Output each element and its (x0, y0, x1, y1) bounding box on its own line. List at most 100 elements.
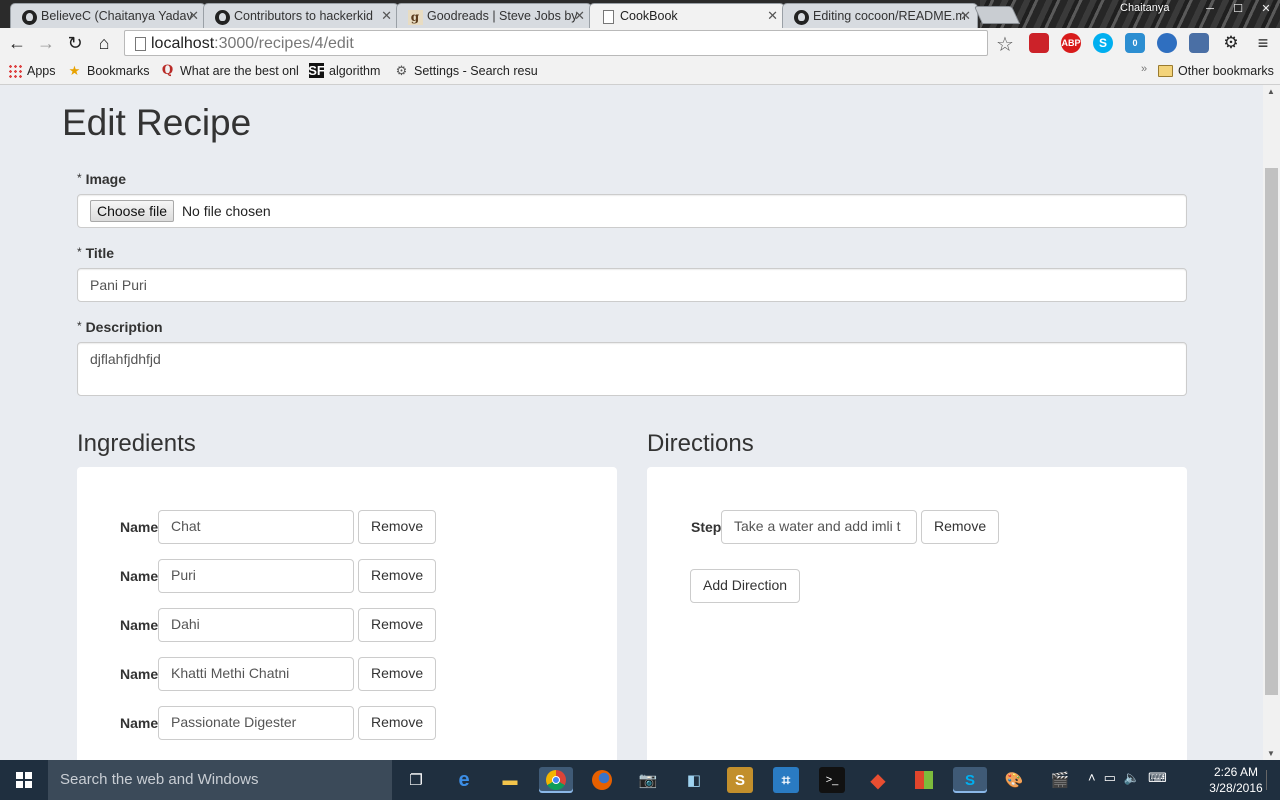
page-icon (600, 9, 616, 25)
title-label: * Title (77, 245, 115, 261)
download-icon[interactable] (1189, 33, 1209, 53)
bookmark-algorithm[interactable]: SF algorithm (308, 63, 380, 78)
close-window-icon[interactable]: ✕ (1252, 0, 1280, 18)
remove-ingredient-button[interactable]: Remove (358, 608, 437, 642)
clock-date: 3/28/2016 (1209, 781, 1263, 795)
direction-row: Step Take a water and add imli t Remove (691, 510, 1000, 544)
file-explorer-icon[interactable]: ▬ (497, 767, 523, 793)
git-icon[interactable]: ◆ (865, 767, 891, 793)
ingredient-input[interactable]: Dahi (158, 608, 354, 642)
bookmark-apps[interactable]: Apps (7, 63, 56, 78)
tab-strip: BelieveC (Chaitanya Yadav ✕ Contributors… (0, 0, 1280, 28)
keyboard-icon[interactable]: ⌨ (1148, 770, 1167, 786)
skype-icon[interactable]: S (1093, 33, 1113, 53)
ghostery-icon[interactable]: 0 (1125, 33, 1145, 53)
show-desktop-button[interactable] (1266, 770, 1278, 790)
page-scrollbar[interactable]: ▲ ▼ (1263, 85, 1280, 760)
forward-icon[interactable]: → (34, 32, 58, 54)
close-icon[interactable]: ✕ (960, 8, 971, 24)
quora-icon: Q (161, 63, 174, 78)
browser-tab[interactable]: Contributors to hackerkid ✕ (203, 3, 399, 28)
direction-label: Step (691, 519, 722, 535)
remove-ingredient-button[interactable]: Remove (358, 510, 437, 544)
chrome-icon[interactable] (539, 767, 573, 793)
close-icon[interactable]: ✕ (574, 8, 585, 24)
terminal-icon[interactable]: >_ (819, 767, 845, 793)
bookmark-bookmarks[interactable]: ★ Bookmarks (67, 63, 150, 78)
close-icon[interactable]: ✕ (767, 8, 778, 24)
edge-icon[interactable]: e (451, 767, 477, 793)
required-mark: * (77, 171, 82, 185)
gear-icon[interactable]: ⚙ (1219, 32, 1243, 54)
bookmark-quora[interactable]: Q What are the best onl (160, 63, 299, 78)
github-icon (793, 9, 809, 25)
back-icon[interactable]: ← (5, 32, 29, 54)
gear-icon: ⚙ (395, 62, 408, 78)
skype-icon[interactable]: S (953, 767, 987, 793)
task-view-icon[interactable]: ❐ (403, 767, 429, 793)
remove-direction-button[interactable]: Remove (921, 510, 1000, 544)
notes-icon[interactable]: ◧ (681, 767, 707, 793)
close-icon[interactable]: ✕ (188, 8, 199, 24)
firefox-icon[interactable] (589, 767, 615, 793)
remove-ingredient-button[interactable]: Remove (358, 706, 437, 740)
file-status: No file chosen (181, 203, 271, 219)
scrollbar-thumb[interactable] (1265, 168, 1278, 695)
browser-tab[interactable]: BelieveC (Chaitanya Yadav ✕ (10, 3, 206, 28)
reload-icon[interactable]: ↻ (63, 32, 87, 54)
office-icon[interactable] (911, 767, 937, 793)
start-button[interactable] (0, 760, 48, 800)
scroll-down-icon[interactable]: ▼ (1267, 749, 1275, 758)
add-direction-button[interactable]: Add Direction (690, 569, 801, 603)
ingredient-input[interactable]: Passionate Digester (158, 706, 354, 740)
tab-title: Editing cocoon/README.m (813, 9, 966, 23)
app-icon[interactable]: ⌗ (773, 767, 799, 793)
ingredient-input[interactable]: Puri (158, 559, 354, 593)
github-icon (214, 9, 230, 25)
bookmark-star-icon[interactable]: ☆ (996, 32, 1014, 57)
remove-ingredient-button[interactable]: Remove (358, 559, 437, 593)
volume-icon[interactable]: 🔈 (1124, 770, 1140, 786)
history-icon[interactable] (1157, 33, 1177, 53)
browser-tab-active[interactable]: CookBook ✕ (589, 3, 785, 28)
description-textarea[interactable]: djflahfjdhfjd (77, 342, 1187, 396)
browser-tab[interactable]: g Goodreads | Steve Jobs by ✕ (396, 3, 592, 28)
profile-name[interactable]: Chaitanya (1120, 2, 1170, 14)
apps-icon (7, 63, 22, 78)
camera-icon[interactable]: 📷 (635, 767, 661, 793)
ingredient-label: Name (120, 666, 159, 682)
adblock-icon[interactable]: ABP (1061, 33, 1081, 53)
home-icon[interactable]: ⌂ (92, 32, 116, 54)
paint-icon[interactable]: 🎨 (1001, 767, 1027, 793)
taskbar-search[interactable]: Search the web and Windows (48, 760, 392, 800)
choose-file-button[interactable]: Choose file (90, 200, 175, 222)
network-icon[interactable]: ▭ (1104, 770, 1116, 786)
maximize-icon[interactable]: ☐ (1224, 0, 1252, 18)
close-icon[interactable]: ✕ (381, 8, 392, 24)
tab-title: Goodreads | Steve Jobs by (427, 9, 578, 23)
page-viewport: Edit Recipe * Image Choose file No file … (0, 85, 1263, 760)
movie-maker-icon[interactable]: 🎬 (1047, 767, 1073, 793)
lastpass-icon[interactable] (1029, 33, 1049, 53)
image-file-input[interactable]: Choose file No file chosen (77, 194, 1187, 228)
remove-ingredient-button[interactable]: Remove (358, 657, 437, 691)
title-input[interactable]: Pani Puri (77, 268, 1187, 302)
taskbar-clock[interactable]: 2:26 AM 3/28/2016 (1208, 764, 1264, 796)
address-bar[interactable]: localhost:3000/recipes/4/edit (124, 30, 988, 56)
new-tab-button[interactable] (973, 6, 1021, 24)
chevron-up-icon[interactable]: ˄ (1088, 770, 1096, 786)
direction-input[interactable]: Take a water and add imli t (721, 510, 917, 544)
bookmarks-overflow-icon[interactable]: » (1141, 63, 1147, 75)
bookmark-settings[interactable]: ⚙ Settings - Search resu (394, 63, 538, 78)
scroll-up-icon[interactable]: ▲ (1267, 87, 1275, 96)
ingredient-input[interactable]: Khatti Methi Chatni (158, 657, 354, 691)
ingredient-input[interactable]: Chat (158, 510, 354, 544)
browser-tab[interactable]: Editing cocoon/README.m ✕ (782, 3, 978, 28)
tab-title: Contributors to hackerkid (234, 9, 373, 23)
sublime-icon[interactable]: S (727, 767, 753, 793)
windows-icon (16, 772, 32, 788)
minimize-icon[interactable]: ─ (1196, 0, 1224, 18)
other-bookmarks[interactable]: Other bookmarks (1158, 63, 1274, 78)
page-title: Edit Recipe (62, 102, 252, 143)
menu-icon[interactable]: ≡ (1251, 32, 1275, 54)
